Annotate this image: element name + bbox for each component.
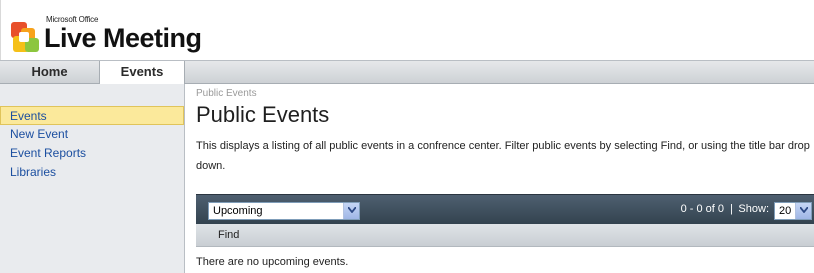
page-title: Public Events [196, 102, 330, 127]
sidebar: Events New Event Event Reports Libraries [0, 84, 185, 273]
breadcrumb: Public Events [196, 88, 257, 99]
page-size-select[interactable]: 20 [774, 202, 812, 220]
dropdown-arrow-icon[interactable] [795, 203, 811, 219]
result-count: 0 - 0 of 0 [680, 203, 724, 215]
app-header: Microsoft Office Live Meeting [0, 0, 814, 60]
tab-home[interactable]: Home [0, 61, 100, 83]
show-label: Show: [738, 203, 769, 215]
office-logo-icon [11, 22, 41, 52]
count-separator: | [730, 203, 733, 215]
sidebar-item-new-event[interactable]: New Event [0, 125, 184, 144]
page-description: This displays a listing of all public ev… [196, 140, 810, 172]
logo-product-text: Live Meeting [44, 23, 202, 53]
find-button[interactable]: Find [218, 229, 239, 241]
sidebar-item-events[interactable]: Events [0, 106, 184, 125]
tab-bar: Home Events [0, 60, 814, 85]
find-bar: Find [196, 224, 814, 247]
tab-events[interactable]: Events [100, 61, 185, 85]
empty-state-message: There are no upcoming events. [196, 256, 349, 268]
live-meeting-logo: Microsoft Office Live Meeting [11, 12, 202, 52]
event-filter-value: Upcoming [213, 205, 263, 217]
sidebar-item-event-reports[interactable]: Event Reports [0, 144, 184, 163]
filter-bar: Upcoming 0 - 0 of 0 | Show: 20 [196, 194, 814, 224]
sidebar-item-libraries[interactable]: Libraries [0, 163, 184, 182]
main-content: Public Events Public Events This display… [186, 84, 814, 273]
event-filter-select[interactable]: Upcoming [208, 202, 360, 220]
page-size-value: 20 [779, 205, 792, 217]
dropdown-arrow-icon[interactable] [343, 203, 359, 219]
